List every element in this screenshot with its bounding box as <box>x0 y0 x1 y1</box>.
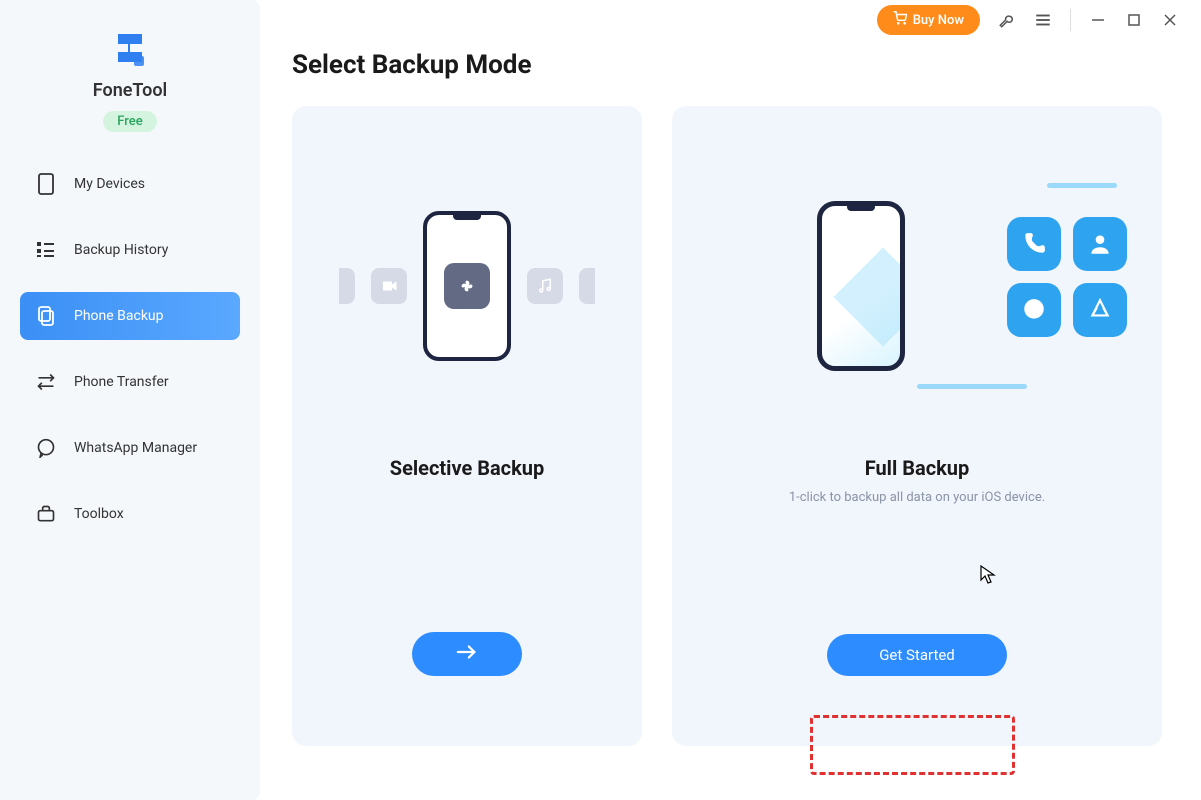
nav-label: My Devices <box>74 176 145 192</box>
selective-illustration <box>312 156 622 416</box>
device-icon <box>36 174 56 194</box>
brand-section: FoneTool Free <box>0 28 260 132</box>
sidebar-item-phone-transfer[interactable]: Phone Transfer <box>20 358 240 406</box>
page-title: Select Backup Mode <box>292 50 1171 80</box>
progress-indicator-icon <box>917 384 1027 389</box>
full-cta-button[interactable]: Get Started <box>827 634 1007 676</box>
selective-cta-button[interactable] <box>412 632 522 676</box>
sidebar: FoneTool Free My Devices Backup History … <box>0 0 260 800</box>
message-app-icon <box>1007 283 1061 337</box>
nav-label: Backup History <box>74 242 168 258</box>
music-icon <box>527 268 563 304</box>
backup-mode-cards: Selective Backup <box>292 106 1171 746</box>
main-content: Select Backup Mode <box>292 50 1171 746</box>
transfer-icon <box>36 372 56 392</box>
full-title: Full Backup <box>865 456 970 480</box>
sidebar-item-toolbox[interactable]: Toolbox <box>20 490 240 538</box>
full-subtitle: 1-click to backup all data on your iOS d… <box>789 490 1045 505</box>
sidebar-item-my-devices[interactable]: My Devices <box>20 160 240 208</box>
sidebar-item-phone-backup[interactable]: Phone Backup <box>20 292 240 340</box>
history-icon <box>36 240 56 260</box>
nav-label: WhatsApp Manager <box>74 440 197 456</box>
nav-label: Phone Backup <box>74 308 164 324</box>
nav-label: Phone Transfer <box>74 374 169 390</box>
maximize-icon[interactable] <box>1125 11 1143 29</box>
close-icon[interactable] <box>1161 11 1179 29</box>
contact-app-icon <box>1073 217 1127 271</box>
sidebar-item-whatsapp-manager[interactable]: WhatsApp Manager <box>20 424 240 472</box>
selective-title: Selective Backup <box>390 456 544 480</box>
full-illustration <box>692 156 1142 416</box>
phone-app-icon <box>1007 217 1061 271</box>
separator <box>1070 9 1071 31</box>
get-started-label: Get Started <box>879 646 955 664</box>
brand-name: FoneTool <box>93 80 167 101</box>
appstore-app-icon <box>1073 283 1127 337</box>
chat-icon <box>36 438 56 458</box>
nav-label: Toolbox <box>74 506 124 522</box>
brand-logo-icon <box>108 28 152 72</box>
buy-now-label: Buy Now <box>913 13 964 28</box>
backup-icon <box>36 306 56 326</box>
free-badge: Free <box>103 111 156 132</box>
phone-frame-icon <box>817 201 905 371</box>
menu-icon[interactable] <box>1034 11 1052 29</box>
titlebar: Buy Now <box>855 0 1201 40</box>
cursor-icon <box>980 565 996 589</box>
card-selective-backup[interactable]: Selective Backup <box>292 106 642 746</box>
toolbox-icon <box>36 504 56 524</box>
nav-list: My Devices Backup History Phone Backup P… <box>0 160 260 538</box>
key-icon[interactable] <box>998 11 1016 29</box>
arrow-right-icon <box>456 644 478 664</box>
cart-icon <box>893 11 907 29</box>
buy-now-button[interactable]: Buy Now <box>877 5 980 35</box>
video-icon <box>371 268 407 304</box>
progress-indicator-icon <box>1047 183 1117 188</box>
sidebar-item-backup-history[interactable]: Backup History <box>20 226 240 274</box>
partial-icon-left <box>339 268 355 304</box>
fan-app-icon <box>444 263 490 309</box>
partial-icon-right <box>579 268 595 304</box>
card-full-backup[interactable]: Full Backup 1-click to backup all data o… <box>672 106 1162 746</box>
minimize-icon[interactable] <box>1089 11 1107 29</box>
